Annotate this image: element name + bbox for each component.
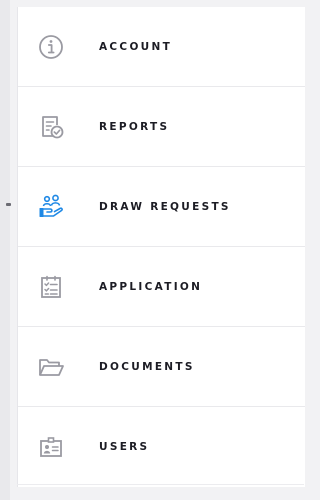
menu-item-draw-requests[interactable]: DRAW REQUESTS: [18, 166, 305, 246]
menu-list: ACCOUNT REPORTS DRAW REQUESTS APPLICATIO…: [18, 7, 305, 486]
menu-item-users-label: USERS: [99, 440, 150, 453]
menu-item-draw-requests-label: DRAW REQUESTS: [99, 200, 231, 213]
side-menu: ACCOUNT REPORTS DRAW REQUESTS APPLICATIO…: [17, 7, 305, 487]
menu-item-reports-label: REPORTS: [99, 120, 170, 133]
menu-item-documents[interactable]: DOCUMENTS: [18, 326, 305, 406]
menu-item-reports[interactable]: REPORTS: [18, 86, 305, 166]
menu-item-documents-label: DOCUMENTS: [99, 360, 195, 373]
menu-item-users[interactable]: USERS: [18, 406, 305, 486]
collapse-handle[interactable]: [6, 203, 11, 206]
id-badge-icon: [31, 427, 71, 467]
hand-people-icon: [31, 187, 71, 227]
menu-item-account-label: ACCOUNT: [99, 40, 173, 53]
checklist-icon: [31, 267, 71, 307]
menu-bottom-divider: [17, 484, 304, 485]
left-panel-edge: [0, 0, 10, 500]
info-circle-icon: [31, 27, 71, 67]
menu-item-application-label: APPLICATION: [99, 280, 203, 293]
menu-item-application[interactable]: APPLICATION: [18, 246, 305, 326]
report-check-icon: [31, 107, 71, 147]
folder-open-icon: [31, 347, 71, 387]
menu-item-account[interactable]: ACCOUNT: [18, 7, 305, 86]
